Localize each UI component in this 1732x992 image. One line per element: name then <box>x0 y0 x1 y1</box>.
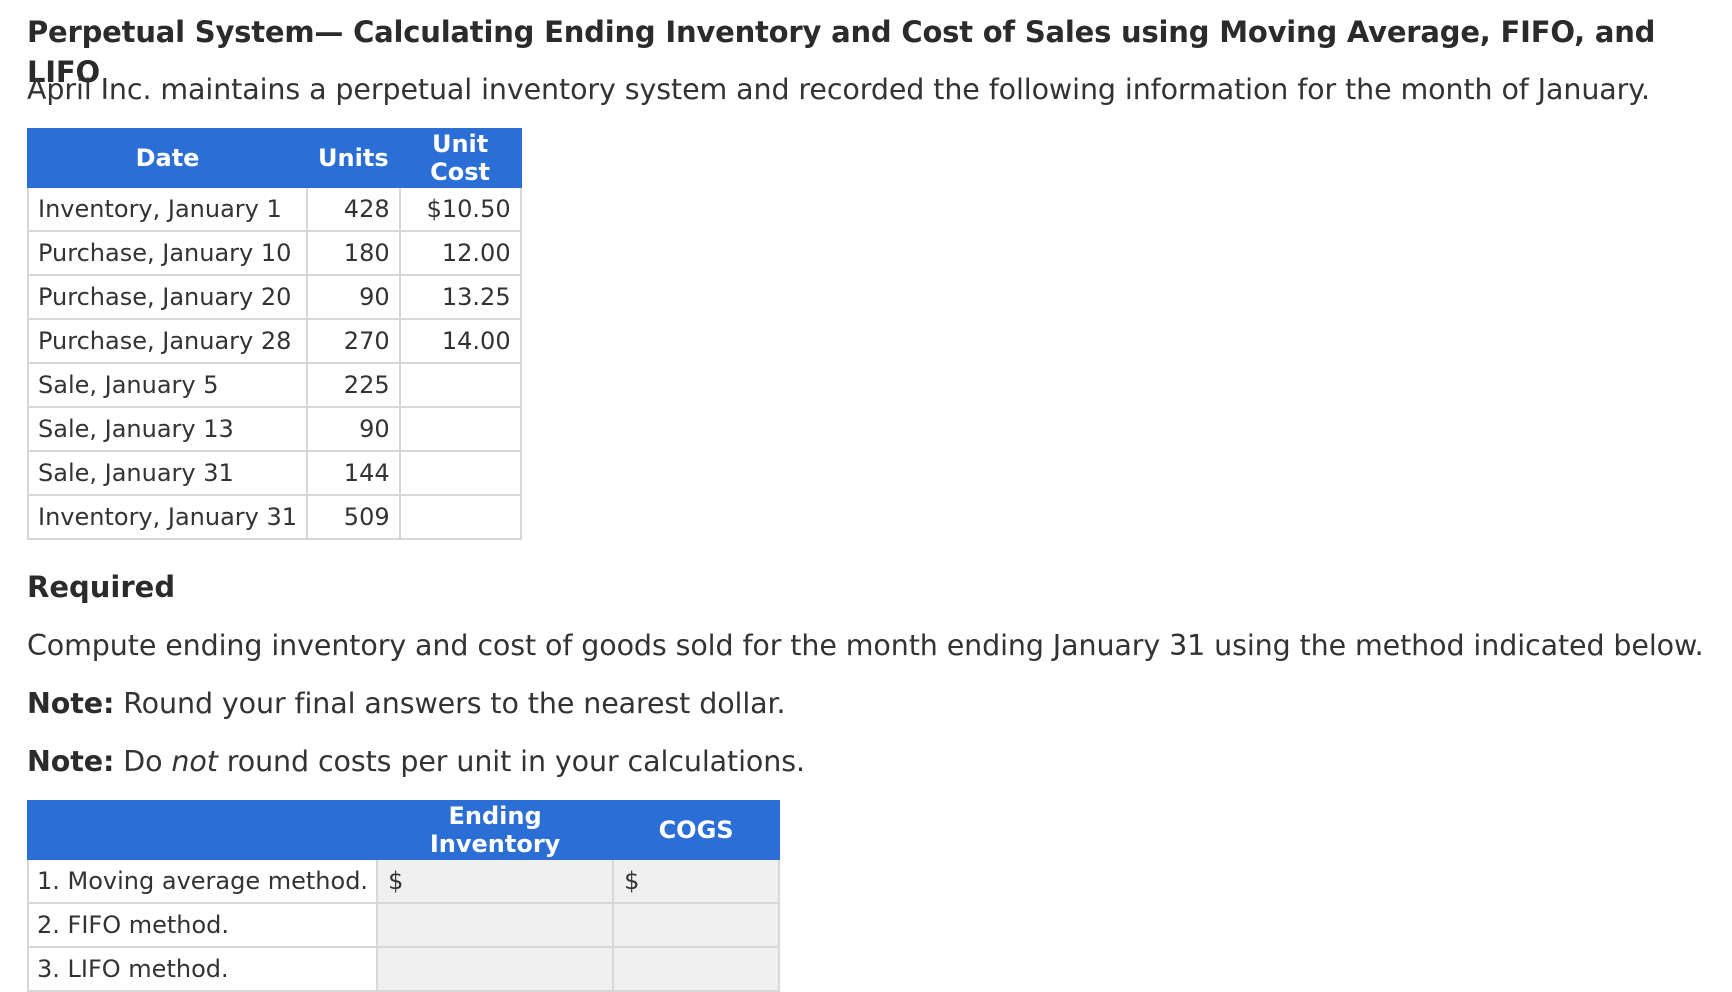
unit-cost-cell: $10.50 <box>398 186 522 232</box>
unit-cost-cell: 14.00 <box>398 318 522 364</box>
header-unit-cost: Unit Cost <box>398 128 522 188</box>
table-row: Inventory, January 1 428 $10.50 <box>26 186 522 232</box>
cogs-input[interactable]: $ <box>612 858 781 904</box>
header-cogs: COGS <box>612 800 781 860</box>
page: Perpetual System— Calculating Ending Inv… <box>0 0 1732 992</box>
date-cell: Inventory, January 31 <box>26 494 309 540</box>
header-units: Units <box>306 128 401 188</box>
table-row: Purchase, January 20 90 13.25 <box>26 274 522 320</box>
unit-cost-note: Note: Do not round costs per unit in you… <box>27 724 1732 782</box>
rounding-note: Note: Round your final answers to the ne… <box>27 666 1732 724</box>
answer-header-row: Ending Inventory COGS <box>26 800 781 860</box>
units-cell: 90 <box>306 406 401 452</box>
date-cell: Sale, January 5 <box>26 362 309 408</box>
note-label: Note: <box>27 687 115 720</box>
cogs-input[interactable] <box>612 946 781 992</box>
units-cell: 144 <box>306 450 401 496</box>
date-cell: Purchase, January 10 <box>26 230 309 276</box>
units-cell: 90 <box>306 274 401 320</box>
header-ending-inventory: Ending Inventory <box>376 800 615 860</box>
date-cell: Sale, January 13 <box>26 406 309 452</box>
table-row: Sale, January 5 225 <box>26 362 522 408</box>
answer-table: Ending Inventory COGS 1. Moving average … <box>26 800 781 992</box>
date-cell: Purchase, January 20 <box>26 274 309 320</box>
note-emphasis: not <box>171 745 218 778</box>
unit-cost-cell: 12.00 <box>398 230 522 276</box>
unit-cost-cell <box>398 406 522 452</box>
method-label: 2. FIFO method. <box>26 902 379 948</box>
note-text-pre: Do <box>114 745 172 778</box>
date-cell: Inventory, January 1 <box>26 186 309 232</box>
unit-cost-cell: 13.25 <box>398 274 522 320</box>
answer-row-fifo: 2. FIFO method. <box>26 902 781 948</box>
method-label: 3. LIFO method. <box>26 946 379 992</box>
ending-inventory-input[interactable] <box>376 946 615 992</box>
table-row: Inventory, January 31 509 <box>26 494 522 540</box>
ending-inventory-input[interactable] <box>376 902 615 948</box>
dollar-sign: $ <box>624 867 640 895</box>
dollar-sign: $ <box>388 867 404 895</box>
table-header-row: Date Units Unit Cost <box>26 128 522 188</box>
units-cell: 509 <box>306 494 401 540</box>
table-row: Purchase, January 10 180 12.00 <box>26 230 522 276</box>
note-text: Round your final answers to the nearest … <box>114 687 786 720</box>
header-date: Date <box>26 128 309 188</box>
instruction-text: Compute ending inventory and cost of goo… <box>27 629 1704 662</box>
method-label: 1. Moving average method. <box>26 858 379 904</box>
intro-text: April Inc. maintains a perpetual invento… <box>27 73 1650 106</box>
unit-cost-cell <box>398 362 522 408</box>
required-heading: Required <box>27 570 176 604</box>
answer-header-blank <box>26 800 379 860</box>
table-row: Sale, January 13 90 <box>26 406 522 452</box>
cogs-input[interactable] <box>612 902 781 948</box>
inventory-data-table: Date Units Unit Cost Inventory, January … <box>26 128 522 540</box>
unit-cost-cell <box>398 494 522 540</box>
ending-inventory-input[interactable]: $ <box>376 858 615 904</box>
answer-row-lifo: 3. LIFO method. <box>26 946 781 992</box>
note-label: Note: <box>27 745 115 778</box>
units-cell: 428 <box>306 186 401 232</box>
date-cell: Purchase, January 28 <box>26 318 309 364</box>
unit-cost-cell <box>398 450 522 496</box>
page-title: Perpetual System— Calculating Ending Inv… <box>27 15 1656 89</box>
answer-row-moving-average: 1. Moving average method. $ $ <box>26 858 781 904</box>
table-row: Sale, January 31 144 <box>26 450 522 496</box>
table-row: Purchase, January 28 270 14.00 <box>26 318 522 364</box>
units-cell: 270 <box>306 318 401 364</box>
units-cell: 225 <box>306 362 401 408</box>
note-text-post: round costs per unit in your calculation… <box>217 745 805 778</box>
date-cell: Sale, January 31 <box>26 450 309 496</box>
units-cell: 180 <box>306 230 401 276</box>
